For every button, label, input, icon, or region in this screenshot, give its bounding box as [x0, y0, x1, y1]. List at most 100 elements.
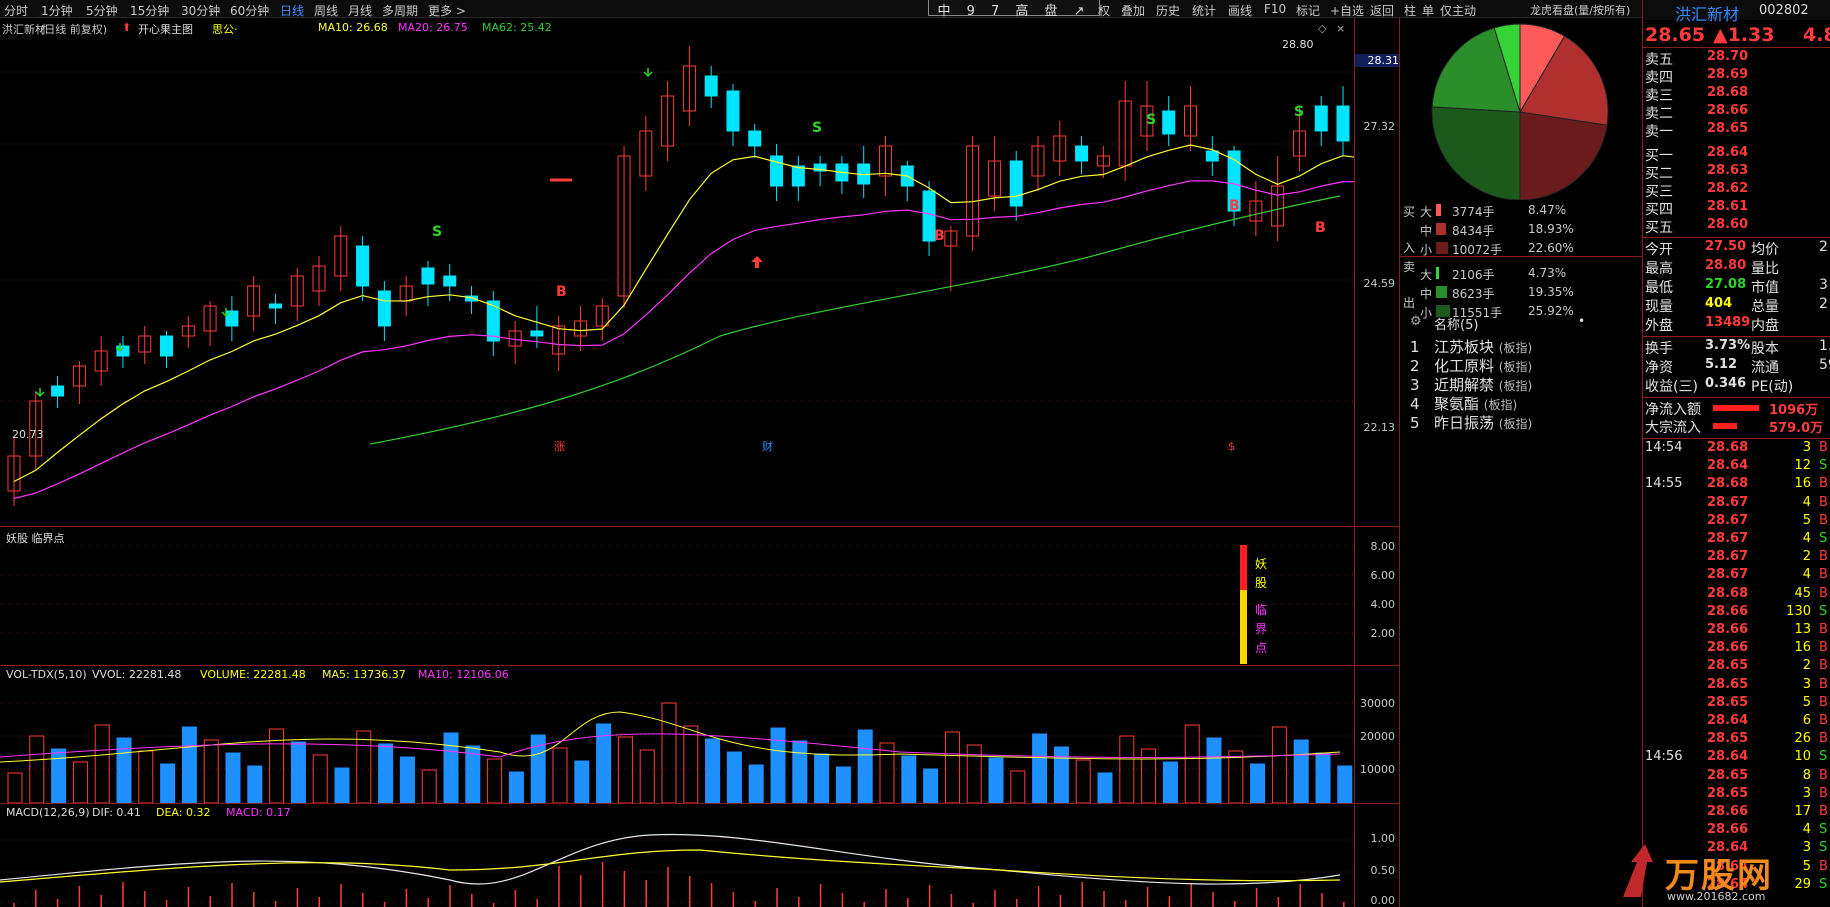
ask-row[interactable]: 卖一 28.65 — [1643, 121, 1830, 140]
tool-overlay[interactable]: 叠加 — [1121, 2, 1145, 19]
block-list-header[interactable]: 名称(5) — [1434, 314, 1478, 333]
block-item[interactable]: 2 化工原料 (板指) — [1410, 355, 1532, 376]
period-tab-monthly[interactable]: 月线 — [348, 2, 372, 19]
tick-list[interactable]: 14:54 28.68 3 B 28.64 12 S 14:55 28.68 16 B 28.67 4 B… — [1643, 440, 1830, 907]
tick-row: 14:55 28.68 16 B — [1643, 476, 1830, 494]
dragon-tiger-label[interactable]: 龙虎看盘(量/按所有) — [1530, 2, 1630, 18]
panel2-tick: 4.00 — [1370, 598, 1396, 611]
signal-label: S — [812, 120, 822, 136]
period-tab-daily[interactable]: 日线 — [280, 2, 304, 19]
bid-row[interactable]: 买五 28.60 — [1643, 217, 1830, 236]
tab-single-mode[interactable]: 单 — [1422, 2, 1434, 19]
volume-bar — [944, 731, 960, 803]
period-tab-weekly[interactable]: 周线 — [314, 2, 338, 19]
chart-settings-icon[interactable]: ◇ — [1318, 22, 1326, 35]
block-tag: (板指) — [1498, 417, 1533, 431]
flow-pct: 19.35% — [1528, 285, 1574, 299]
macd-tick: 1.00 — [1370, 832, 1396, 845]
tool-quan[interactable]: 权 — [1098, 2, 1110, 19]
gear-icon[interactable]: ⚙ — [1410, 314, 1422, 329]
flow-bar — [1436, 286, 1447, 298]
tick-row: 28.65 2 B — [1643, 658, 1830, 676]
bid-row[interactable]: 买一 28.64 — [1643, 145, 1830, 164]
candlestick-chart[interactable]: S S S S B B B B 28.80 20.73 涨 财 $ — [0, 36, 1355, 526]
tool-stats[interactable]: 统计 — [1192, 2, 1216, 19]
tick-price: 28.64 — [1707, 749, 1749, 765]
tick-side: B — [1819, 658, 1828, 674]
tick-row: 14:54 28.68 3 B — [1643, 440, 1830, 458]
price-change: ▲1.33 — [1713, 24, 1775, 46]
period-tab-5min[interactable]: 5分钟 — [86, 2, 118, 19]
capital-flow-pie[interactable] — [1425, 20, 1615, 200]
tab-bar-mode[interactable]: 柱 — [1404, 2, 1416, 19]
stat-label: 量比 — [1751, 261, 1779, 277]
tool-add-watchlist[interactable]: +自选 — [1330, 2, 1364, 19]
tick-row: 28.68 45 B — [1643, 586, 1830, 604]
block-item[interactable]: 1 江苏板块 (板指) — [1410, 336, 1532, 357]
ask-row[interactable]: 卖三 28.68 — [1643, 85, 1830, 104]
tick-volume: 45 — [1794, 585, 1811, 601]
candle — [748, 130, 762, 147]
stat-value: 0.346 — [1705, 376, 1747, 391]
block-item[interactable]: 5 昨日振荡 (板指) — [1410, 412, 1532, 433]
period-tab-60min[interactable]: 60分钟 — [230, 2, 269, 19]
block-item[interactable]: 4 聚氨酯 (板指) — [1410, 393, 1517, 414]
bid-row[interactable]: 买三 28.62 — [1643, 181, 1830, 200]
watermark-arrow-icon — [1623, 844, 1653, 897]
tick-price: 28.65 — [1707, 731, 1749, 747]
tick-side: B — [1819, 476, 1828, 492]
tool-back[interactable]: 返回 — [1370, 2, 1394, 19]
flow-row: 大 3774手 8.47% — [1400, 201, 1643, 219]
yaogu-panel[interactable] — [0, 527, 1355, 665]
signal-label: S — [1294, 104, 1304, 120]
tick-volume: 5 — [1802, 694, 1811, 710]
floating-title-box[interactable]: 中 9 7 高 盘 ↗ — [928, 0, 1100, 19]
ask-row[interactable]: 卖二 28.66 — [1643, 103, 1830, 122]
tool-mark[interactable]: 标记 — [1296, 2, 1320, 19]
level-label: 买四 — [1645, 202, 1673, 218]
tool-draw[interactable]: 画线 — [1228, 2, 1252, 19]
chart-indicator-name[interactable]: 开心果主图 — [138, 21, 193, 37]
price-change-pct: 4.8 — [1803, 24, 1830, 46]
level-label: 买一 — [1645, 148, 1673, 164]
ask-row[interactable]: 卖四 28.69 — [1643, 67, 1830, 86]
block-item[interactable]: 3 近期解禁 (板指) — [1410, 374, 1532, 395]
period-tab-1min[interactable]: 1分钟 — [41, 2, 73, 19]
candle — [160, 335, 174, 357]
panel-divider — [0, 803, 1399, 804]
bid-row[interactable]: 买四 28.61 — [1643, 199, 1830, 218]
level-price: 28.64 — [1707, 145, 1749, 160]
tick-price: 28.66 — [1707, 804, 1749, 819]
volume-chart[interactable] — [0, 682, 1355, 803]
macd-chart[interactable] — [0, 820, 1355, 907]
period-tab-15min[interactable]: 15分钟 — [130, 2, 169, 19]
tool-f10[interactable]: F10 — [1264, 2, 1286, 16]
stat-value: 27.50 — [1705, 239, 1747, 254]
price-tick: 24.59 — [1363, 277, 1396, 290]
tick-time: 14:54 — [1645, 440, 1683, 455]
volume-bar — [334, 767, 350, 803]
yaogu-label: 点 — [1255, 641, 1268, 655]
tick-volume: 10 — [1794, 749, 1811, 765]
signal-label: B — [1229, 198, 1240, 214]
level-price: 28.69 — [1707, 67, 1749, 82]
ask-row[interactable]: 卖五 28.70 — [1643, 49, 1830, 68]
tab-active-only[interactable]: 仅主动 — [1440, 2, 1476, 19]
chart-close-icon[interactable]: × — [1336, 22, 1345, 35]
period-tab-multi[interactable]: 多周期 — [382, 2, 418, 19]
period-tab-30min[interactable]: 30分钟 — [181, 2, 220, 19]
volume-bar — [683, 725, 699, 803]
period-tab-fenshi[interactable]: 分时 — [4, 2, 28, 19]
event-mark: 财 — [762, 439, 773, 453]
flow-divider — [1400, 256, 1643, 257]
vvol-readout: VVOL: 22281.48 — [92, 668, 182, 681]
period-tab-more[interactable]: 更多 > — [428, 2, 466, 19]
level-label: 买三 — [1645, 184, 1673, 200]
tool-history[interactable]: 历史 — [1156, 2, 1180, 19]
stat-row: 现量 404 总量 2 — [1643, 296, 1830, 315]
block-name: 聚氨酯 — [1434, 395, 1484, 413]
bid-row[interactable]: 买二 28.63 — [1643, 163, 1830, 182]
volume-axis: 30000 20000 10000 — [1355, 682, 1399, 803]
tick-row: 28.65 8 B — [1643, 768, 1830, 786]
price-axis: 28.31 27.32 24.59 22.13 — [1355, 36, 1399, 526]
